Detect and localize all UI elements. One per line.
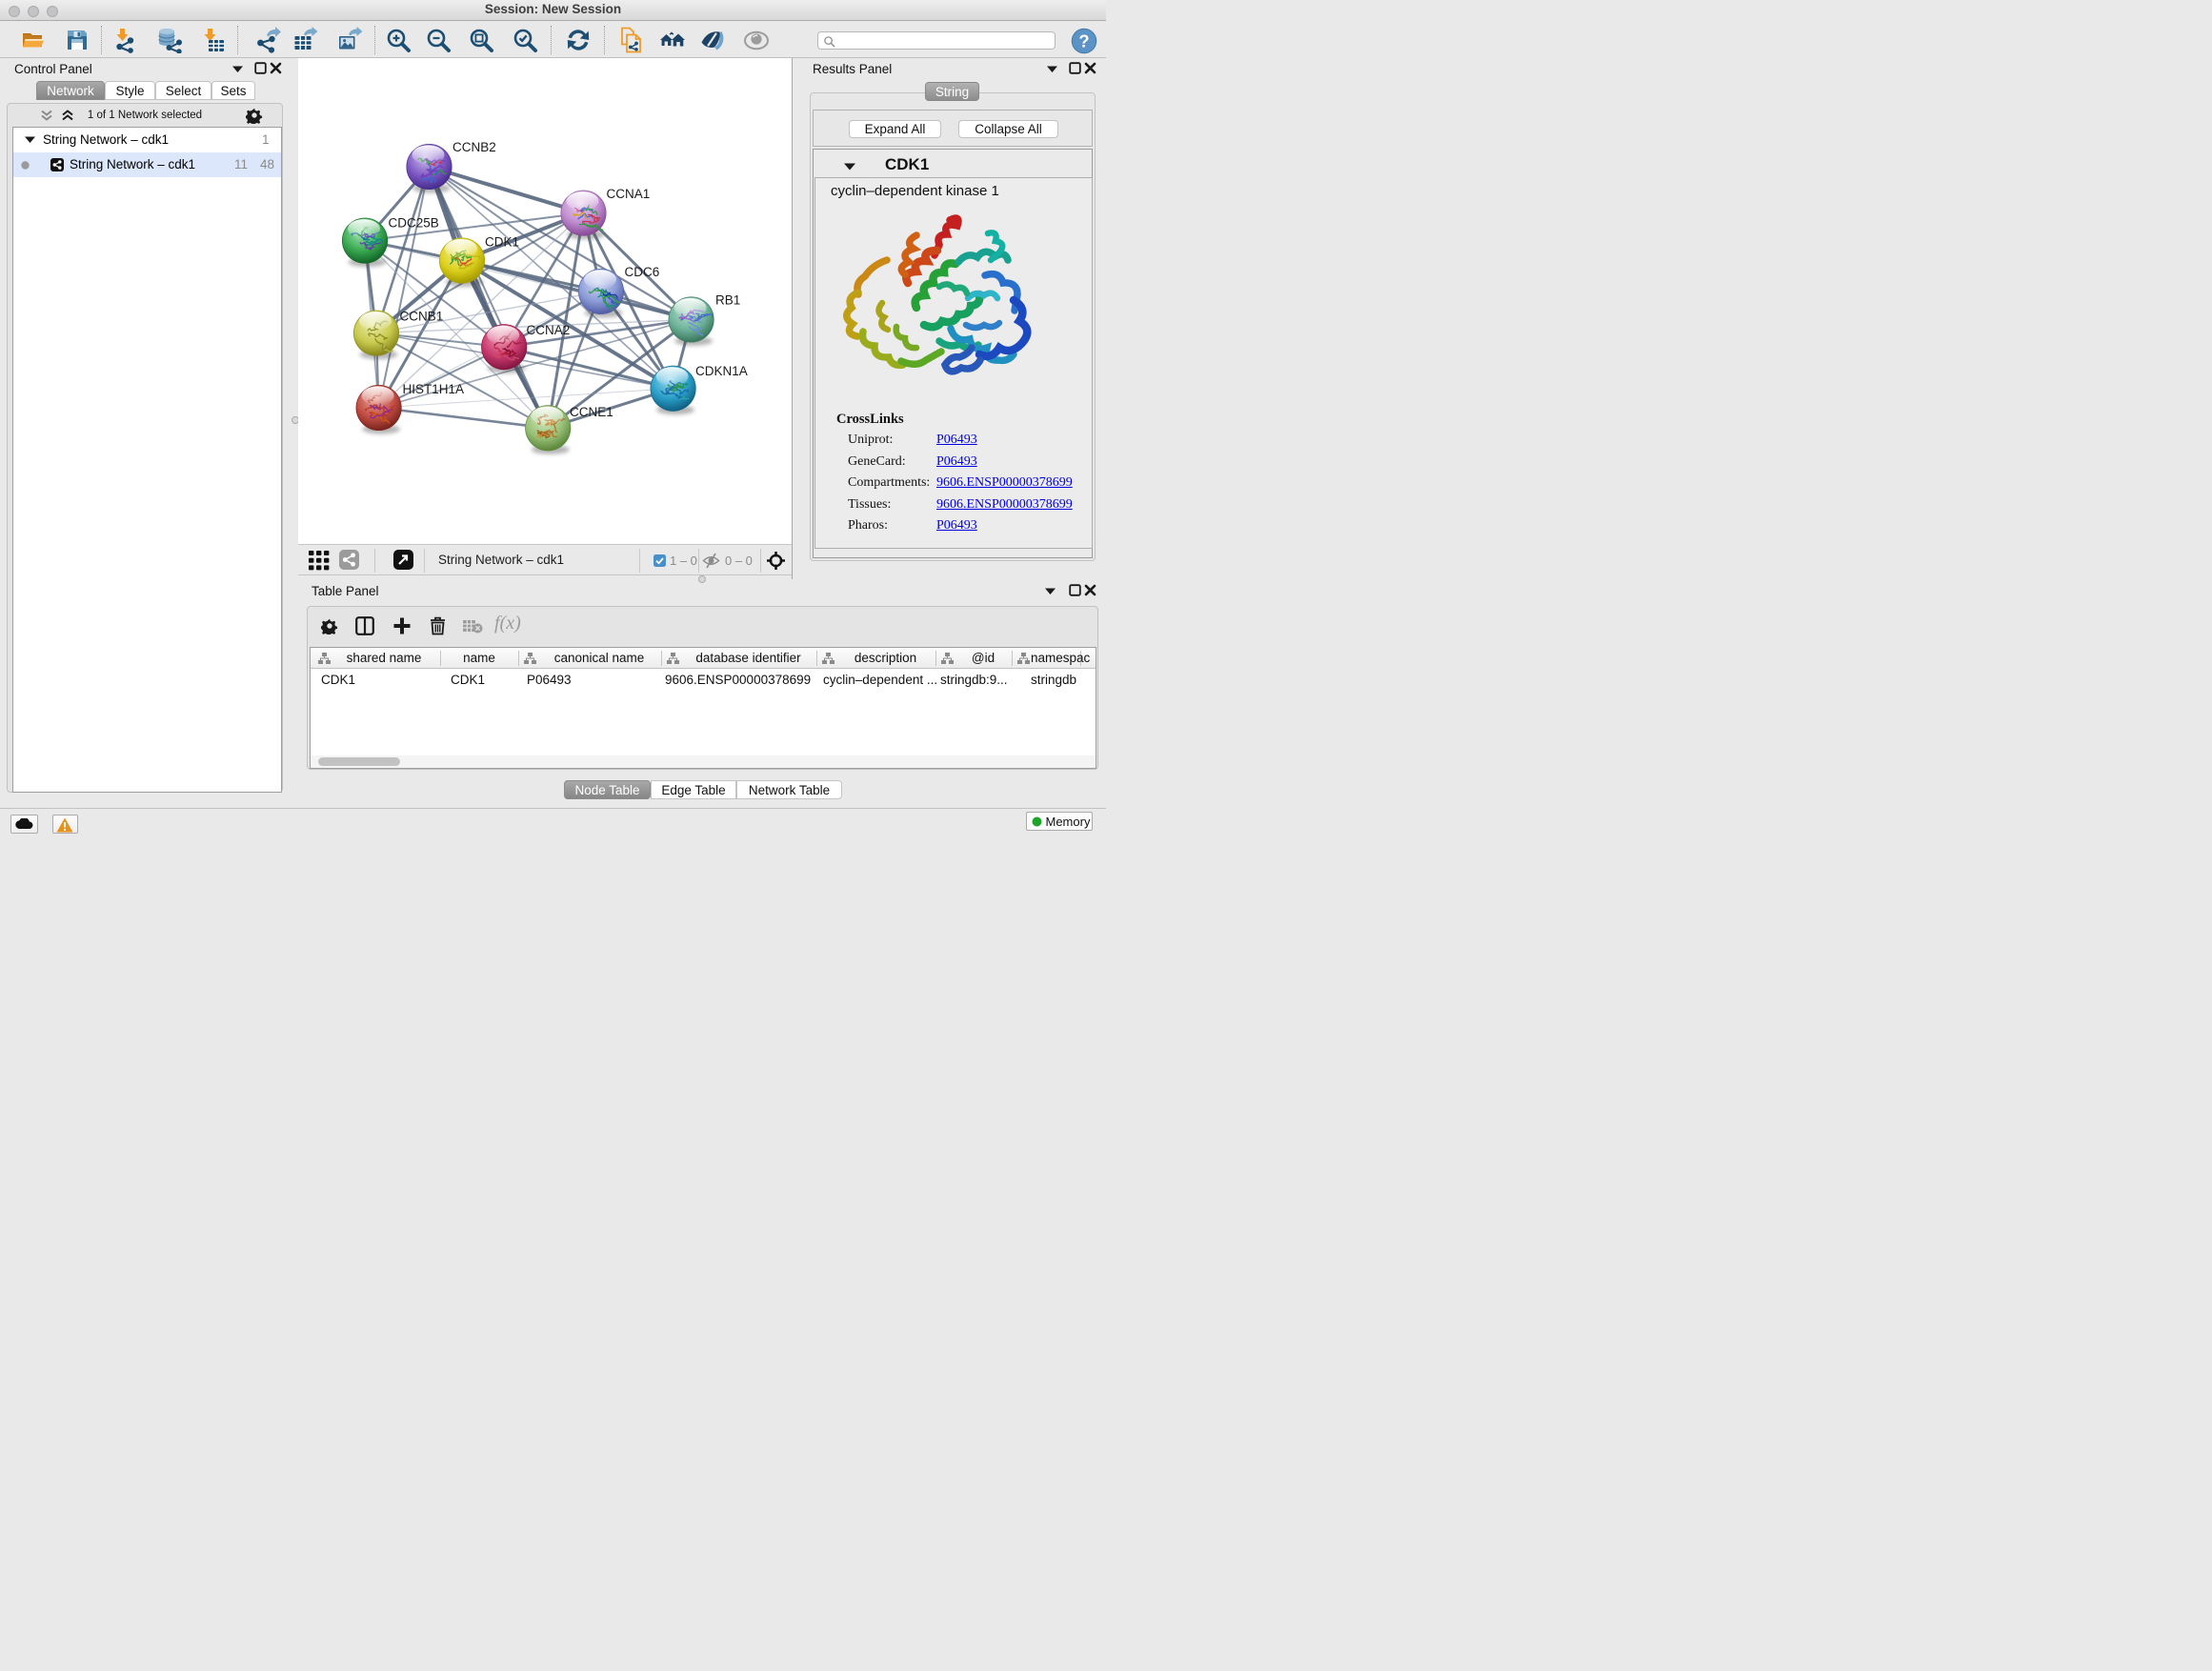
svg-text:HIST1H1A: HIST1H1A — [403, 382, 465, 396]
svg-text:RB1: RB1 — [715, 293, 740, 308]
svg-text:CCNB1: CCNB1 — [400, 310, 444, 324]
svg-text:CCNE1: CCNE1 — [570, 405, 613, 419]
svg-text:?: ? — [1078, 30, 1089, 50]
svg-text:CDC25B: CDC25B — [389, 216, 439, 231]
svg-text:CCNB2: CCNB2 — [452, 140, 496, 154]
svg-text:CCNA2: CCNA2 — [527, 323, 571, 337]
svg-text:CDK1: CDK1 — [485, 235, 519, 250]
svg-text:CDC6: CDC6 — [625, 265, 660, 279]
svg-text:CDKN1A: CDKN1A — [695, 364, 748, 378]
svg-text:CCNA1: CCNA1 — [607, 187, 651, 201]
